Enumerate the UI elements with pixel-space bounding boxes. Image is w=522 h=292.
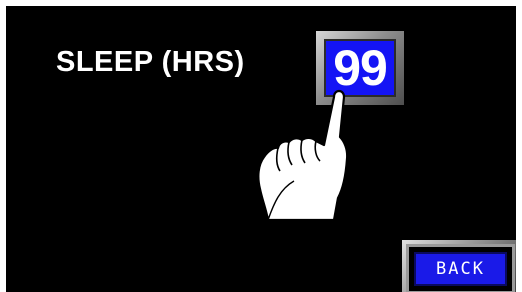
back-button-label: BACK [414, 252, 507, 286]
sleep-hours-label: SLEEP (HRS) [56, 46, 245, 78]
display-screen: SLEEP (HRS) 99 BACK [6, 6, 516, 292]
back-button[interactable]: BACK [402, 240, 516, 292]
pointing-hand-icon [257, 89, 349, 220]
back-button-bezel: BACK [406, 244, 515, 292]
